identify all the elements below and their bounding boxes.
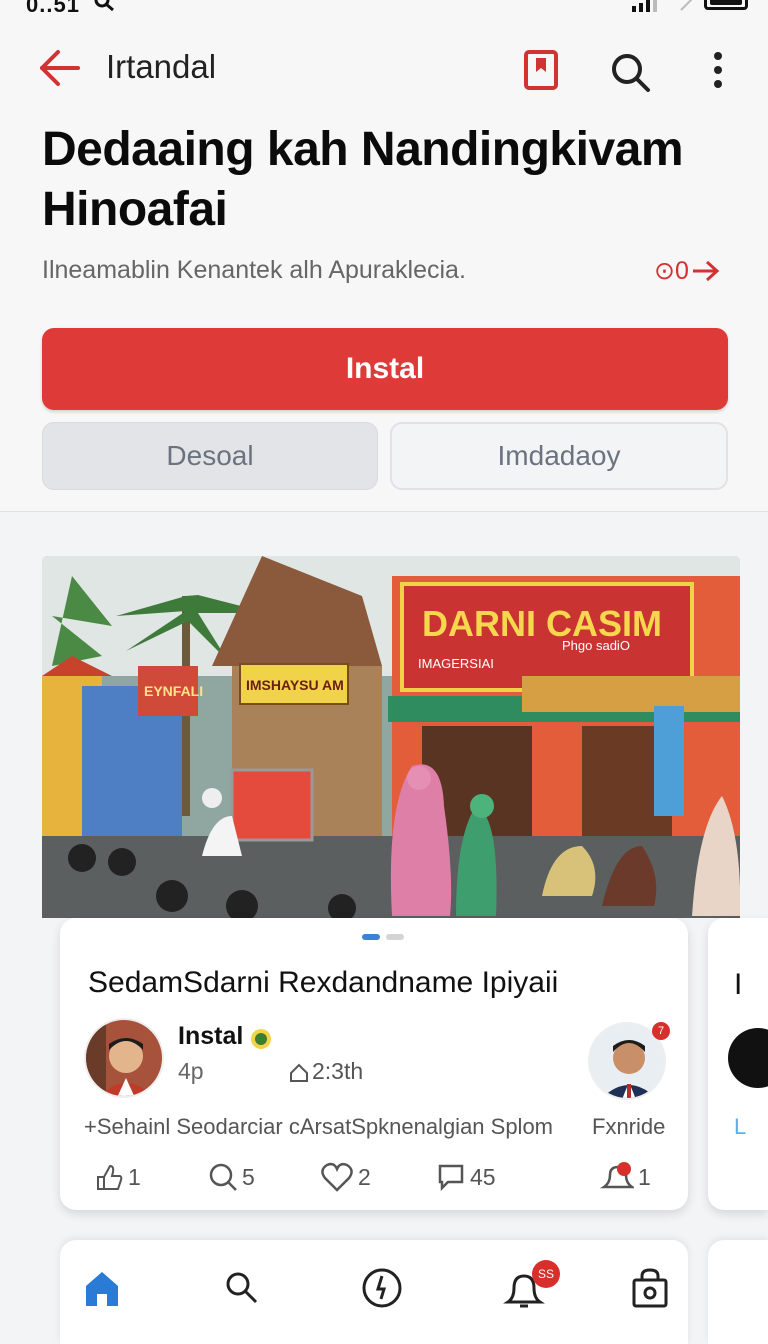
alert-bell-icon (600, 1162, 634, 1189)
post-age: 4p (178, 1058, 204, 1084)
comment-search-icon (209, 1163, 237, 1191)
reply-bubble-icon (438, 1164, 464, 1192)
notifications-badge: SS (532, 1260, 560, 1288)
secondary-right-button[interactable]: Imdadaoy (390, 422, 728, 490)
hero-sign-sub-right: Phgo sadiO (562, 638, 630, 653)
post-title: SedamSdarni Rexdandname Ipiyaii (88, 966, 559, 999)
reply-action[interactable]: 45 (436, 1160, 496, 1194)
post-caption: +Sehainl Seodarciar cArsatSpknenalgian S… (84, 1114, 554, 1139)
comment-count: 5 (242, 1163, 255, 1190)
arrow-right-icon (692, 260, 720, 282)
carousel-dot-active[interactable] (362, 934, 380, 940)
reply-count: 45 (470, 1163, 496, 1190)
comment-action[interactable]: 5 (208, 1160, 255, 1194)
status-search-icon (94, 0, 114, 12)
heart-icon (321, 1162, 353, 1192)
status-time: 0..51 (26, 0, 80, 17)
page-title: Dedaaing kah Nandingkivam Hinoafai (42, 123, 684, 236)
next-card-link[interactable]: L (734, 1114, 746, 1140)
heart-count: 2 (358, 1163, 371, 1190)
next-post-card-peek[interactable]: I L (708, 918, 768, 1210)
next-card-letter: I (734, 968, 743, 1001)
page-subtitle: Ilneamablin Kenantek alh Apuraklecia. (42, 256, 466, 284)
secondary-left-button[interactable]: Desoal (42, 422, 378, 490)
like-action[interactable]: 1 (94, 1160, 141, 1194)
notification-badge: 7 (652, 1022, 670, 1040)
author-avatar[interactable] (84, 1018, 164, 1098)
post-card[interactable]: SedamSdarni Rexdandname Ipiyaii Instal 4… (60, 918, 688, 1210)
signal-icon (632, 0, 657, 12)
share-count-value: 2:3th (312, 1058, 364, 1084)
subtitle-link[interactable]: ⊙0 (654, 256, 721, 286)
hero-image[interactable]: EYNFALI IMSHAYSU AM DARNI CASIM IMAGERSI… (42, 556, 740, 918)
bottom-tab-bar: SS (60, 1240, 688, 1344)
hero-sign-left: EYNFALI (144, 683, 203, 699)
side-tab-peek (708, 1240, 768, 1344)
bag-tab-icon[interactable] (628, 1266, 672, 1310)
hero-sign-small: IMSHAYSU AM (246, 677, 344, 693)
alert-count: 1 (638, 1163, 651, 1190)
search-tab-icon[interactable] (220, 1266, 264, 1310)
alert-action[interactable]: 1 (600, 1160, 651, 1194)
like-count: 1 (128, 1163, 141, 1190)
status-bar: 0..51 (0, 0, 768, 18)
search-icon[interactable] (608, 50, 652, 94)
app-title: Irtandal (106, 48, 217, 85)
hero-sign-sub-left: IMAGERSIAI (418, 656, 494, 671)
battery-icon (704, 0, 748, 10)
install-button[interactable]: Instal (42, 328, 728, 410)
post-actions: 1 5 2 45 1 (94, 1160, 654, 1194)
bookmark-icon[interactable] (522, 48, 560, 92)
share-icon (290, 1063, 308, 1082)
clock-tab-icon[interactable] (360, 1266, 404, 1310)
next-card-avatar (728, 1028, 768, 1088)
share-count: 2:3th (288, 1058, 363, 1085)
thumb-up-icon (97, 1164, 123, 1190)
more-options-icon[interactable] (704, 50, 732, 94)
heart-action[interactable]: 2 (320, 1160, 371, 1194)
back-arrow-icon[interactable] (38, 48, 82, 88)
wifi-icon (680, 0, 693, 11)
author-name[interactable]: Instal (178, 1022, 243, 1051)
subtitle-link-label: ⊙0 (654, 257, 689, 285)
home-icon[interactable] (80, 1266, 124, 1310)
carousel-indicator[interactable] (362, 934, 404, 940)
carousel-dot[interactable] (386, 934, 404, 940)
caption-right[interactable]: Fxnride (592, 1114, 665, 1140)
verified-badge-icon (251, 1029, 271, 1049)
